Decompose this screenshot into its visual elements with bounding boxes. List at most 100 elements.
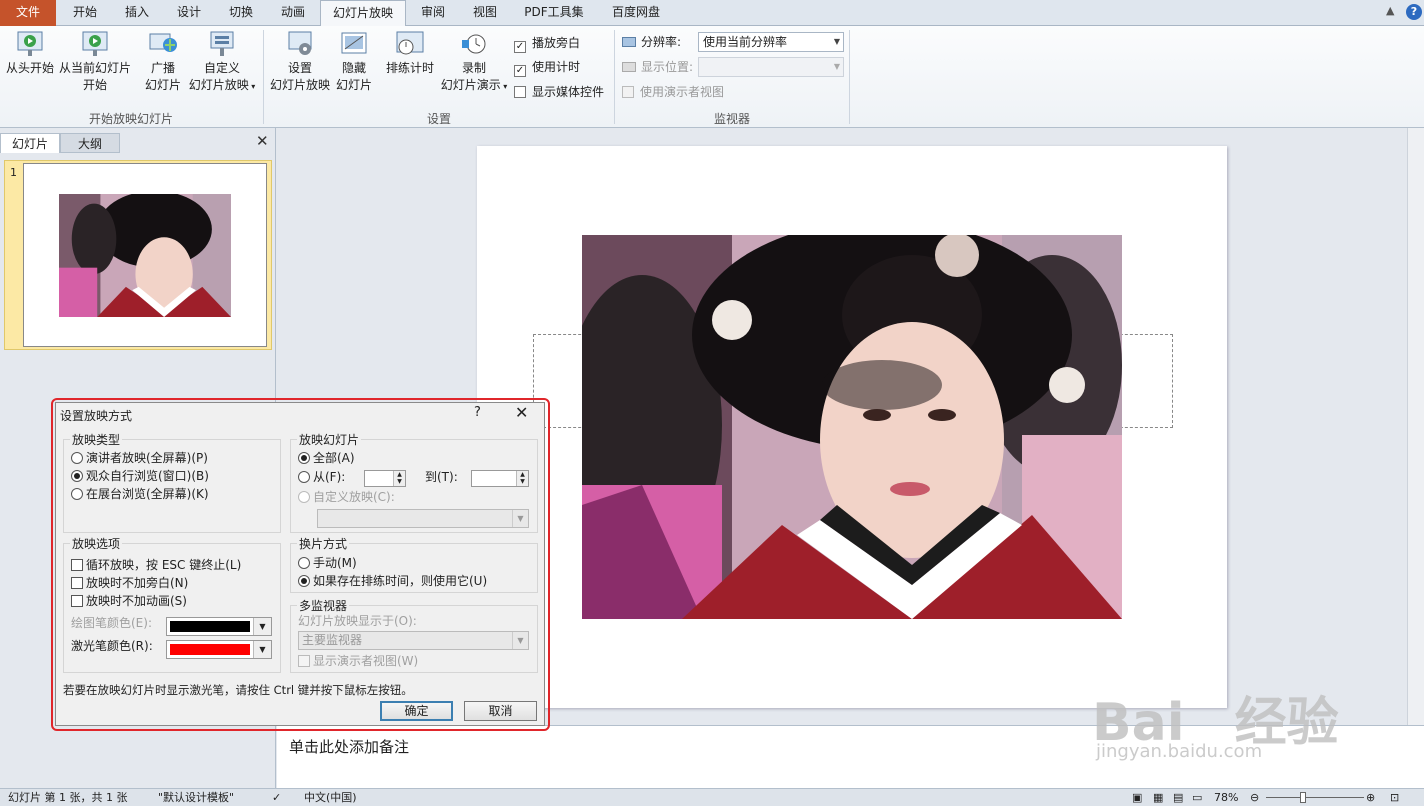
no-narration-label: 放映时不加旁白(N): [86, 576, 189, 590]
radio-all-slides[interactable]: 全部(A): [298, 450, 355, 467]
zoom-slider-handle[interactable]: [1300, 792, 1306, 803]
checkbox-checked-icon: ✓: [514, 41, 526, 53]
tab-pdf-tools[interactable]: PDF工具集: [510, 0, 598, 26]
from-slide-input[interactable]: ▲ ▼: [364, 470, 406, 487]
loop-checkbox[interactable]: 循环放映，按 ESC 键终止(L): [71, 557, 241, 574]
radio-custom-label: 自定义放映(C):: [313, 490, 395, 504]
record-label-1: 录制: [461, 61, 486, 75]
advance-title: 换片方式: [297, 535, 350, 552]
theme-status[interactable]: "默认设计模板": [158, 789, 234, 806]
record-slideshow-button[interactable]: 录制 幻灯片演示 ▾: [438, 30, 510, 95]
tab-transitions[interactable]: 切换: [216, 0, 266, 26]
radio-off-icon: [71, 488, 83, 500]
cancel-button[interactable]: 取消: [464, 701, 537, 721]
tab-animations[interactable]: 动画: [266, 0, 320, 26]
custom-show-select[interactable]: ▼: [317, 509, 529, 528]
help-icon[interactable]: ?: [1406, 4, 1422, 20]
show-slides-title: 放映幻灯片: [297, 431, 362, 448]
setup-slideshow-icon: [285, 30, 315, 58]
display-on-label: 幻灯片放映显示于(O):: [298, 614, 417, 628]
chevron-down-icon: ▼: [512, 510, 528, 527]
multi-monitor-title: 多监视器: [297, 597, 350, 614]
monitor-disabled-icon: [622, 62, 636, 72]
radio-kiosk[interactable]: 在展台浏览(全屏幕)(K): [71, 486, 209, 503]
tab-design[interactable]: 设计: [162, 0, 216, 26]
status-bar: 幻灯片 第 1 张，共 1 张 "默认设计模板" ✓ 中文(中国) ▣ ▦ ▤ …: [0, 788, 1424, 806]
monitor-select-value: 主要监视器: [302, 633, 363, 647]
radio-custom-show[interactable]: 自定义放映(C):: [298, 489, 395, 506]
to-slide-input[interactable]: ▲ ▼: [471, 470, 529, 487]
close-icon[interactable]: ✕: [256, 132, 269, 150]
radio-window[interactable]: 观众自行浏览(窗口)(B): [71, 468, 209, 485]
tab-baidu-netdisk[interactable]: 百度网盘: [598, 0, 674, 26]
radio-presenter[interactable]: 演讲者放映(全屏幕)(P): [71, 450, 208, 467]
presenter-view-label: 使用演示者视图: [640, 85, 725, 99]
collapse-ribbon-icon[interactable]: ▲: [1386, 4, 1394, 17]
spinner-arrows-icon[interactable]: ▲ ▼: [393, 471, 405, 486]
radio-presenter-label: 演讲者放映(全屏幕)(P): [86, 451, 208, 465]
resolution-label: 分辨率:: [641, 35, 682, 49]
rehearse-timings-button[interactable]: 排练计时: [384, 30, 436, 77]
tab-home[interactable]: 开始: [58, 0, 112, 26]
reading-view-icon[interactable]: ▤: [1173, 789, 1183, 806]
broadcast-label-2: 幻灯片: [144, 78, 181, 92]
tab-review[interactable]: 审阅: [406, 0, 460, 26]
use-timings-checkbox[interactable]: ✓ 使用计时: [514, 58, 580, 77]
setup-slideshow-button[interactable]: 设置 幻灯片放映: [268, 30, 332, 94]
radio-use-timings[interactable]: 如果存在排练时间，则使用它(U): [298, 573, 487, 590]
slide-photo[interactable]: [582, 235, 1122, 619]
radio-use-timings-label: 如果存在排练时间，则使用它(U): [313, 574, 488, 588]
slideshow-view-icon[interactable]: ▭: [1192, 789, 1202, 806]
hide-slide-button[interactable]: 隐藏 幻灯片: [334, 30, 374, 94]
tab-slideshow[interactable]: 幻灯片放映: [320, 0, 406, 27]
broadcast-button[interactable]: 广播 幻灯片: [140, 30, 186, 94]
chevron-down-icon: ▼: [833, 62, 840, 71]
close-icon[interactable]: ✕: [515, 403, 528, 422]
normal-view-icon[interactable]: ▣: [1132, 789, 1142, 806]
tab-slides[interactable]: 幻灯片: [0, 133, 60, 153]
help-icon[interactable]: ?: [474, 405, 481, 420]
group-label-start: 开始放映幻灯片: [88, 112, 173, 126]
no-narration-checkbox[interactable]: 放映时不加旁白(N): [71, 575, 188, 592]
from-current-button[interactable]: 从当前幻灯片 开始: [58, 30, 132, 94]
zoom-in-icon[interactable]: ⊕: [1366, 789, 1375, 806]
radio-all-label: 全部(A): [313, 451, 355, 465]
no-animation-checkbox[interactable]: 放映时不加动画(S): [71, 593, 187, 610]
spellcheck-icon[interactable]: ✓: [272, 789, 281, 806]
show-presenter-view-checkbox[interactable]: 显示演示者视图(W): [298, 653, 418, 670]
laser-color-picker[interactable]: ▼: [166, 640, 272, 659]
show-media-controls-checkbox[interactable]: 显示媒体控件: [514, 83, 604, 101]
custom-slideshow-button[interactable]: 自定义 幻灯片放映 ▾: [186, 30, 258, 95]
zoom-out-icon[interactable]: ⊖: [1250, 789, 1259, 806]
pen-color-picker[interactable]: ▼: [166, 617, 272, 636]
from-current-label-1: 从当前幻灯片: [58, 61, 131, 75]
presenter-view-checkbox[interactable]: 使用演示者视图: [622, 82, 724, 102]
spinner-arrows-icon[interactable]: ▲ ▼: [516, 471, 528, 486]
play-narrations-checkbox[interactable]: ✓ 播放旁白: [514, 34, 580, 53]
notes-placeholder: 单击此处添加备注: [289, 738, 410, 756]
resolution-select[interactable]: 使用当前分辨率 ▼: [698, 32, 844, 52]
tab-outline[interactable]: 大纲: [60, 133, 120, 153]
from-beginning-button[interactable]: 从头开始: [4, 30, 56, 77]
monitor-select[interactable]: 主要监视器 ▼: [298, 631, 529, 650]
fit-to-window-icon[interactable]: ⊡: [1390, 789, 1399, 806]
radio-off-icon: [298, 471, 310, 483]
checkbox-unchecked-icon: [71, 577, 83, 589]
show-on-select[interactable]: ▼: [698, 57, 844, 77]
slide-count-status: 幻灯片 第 1 张，共 1 张: [8, 791, 128, 804]
setup-show-dialog: 设置放映方式 ? ✕ 放映类型 演讲者放映(全屏幕)(P) 观众自行浏览(窗口)…: [55, 402, 545, 726]
vertical-scrollbar[interactable]: [1407, 128, 1424, 725]
radio-from-label: 从(F):: [313, 470, 346, 484]
radio-from-slide[interactable]: 从(F):: [298, 469, 345, 486]
tab-file[interactable]: 文件: [0, 0, 56, 26]
zoom-level[interactable]: 78%: [1214, 789, 1238, 806]
language-status[interactable]: 中文(中国): [304, 789, 357, 806]
tab-insert[interactable]: 插入: [112, 0, 162, 26]
checkbox-unchecked-icon: [71, 595, 83, 607]
zoom-slider[interactable]: [1266, 797, 1364, 798]
tab-view[interactable]: 视图: [460, 0, 510, 26]
radio-manual[interactable]: 手动(M): [298, 555, 357, 572]
chevron-down-icon: ▼: [833, 37, 840, 46]
ok-button[interactable]: 确定: [380, 701, 453, 721]
sorter-view-icon[interactable]: ▦: [1153, 789, 1163, 806]
